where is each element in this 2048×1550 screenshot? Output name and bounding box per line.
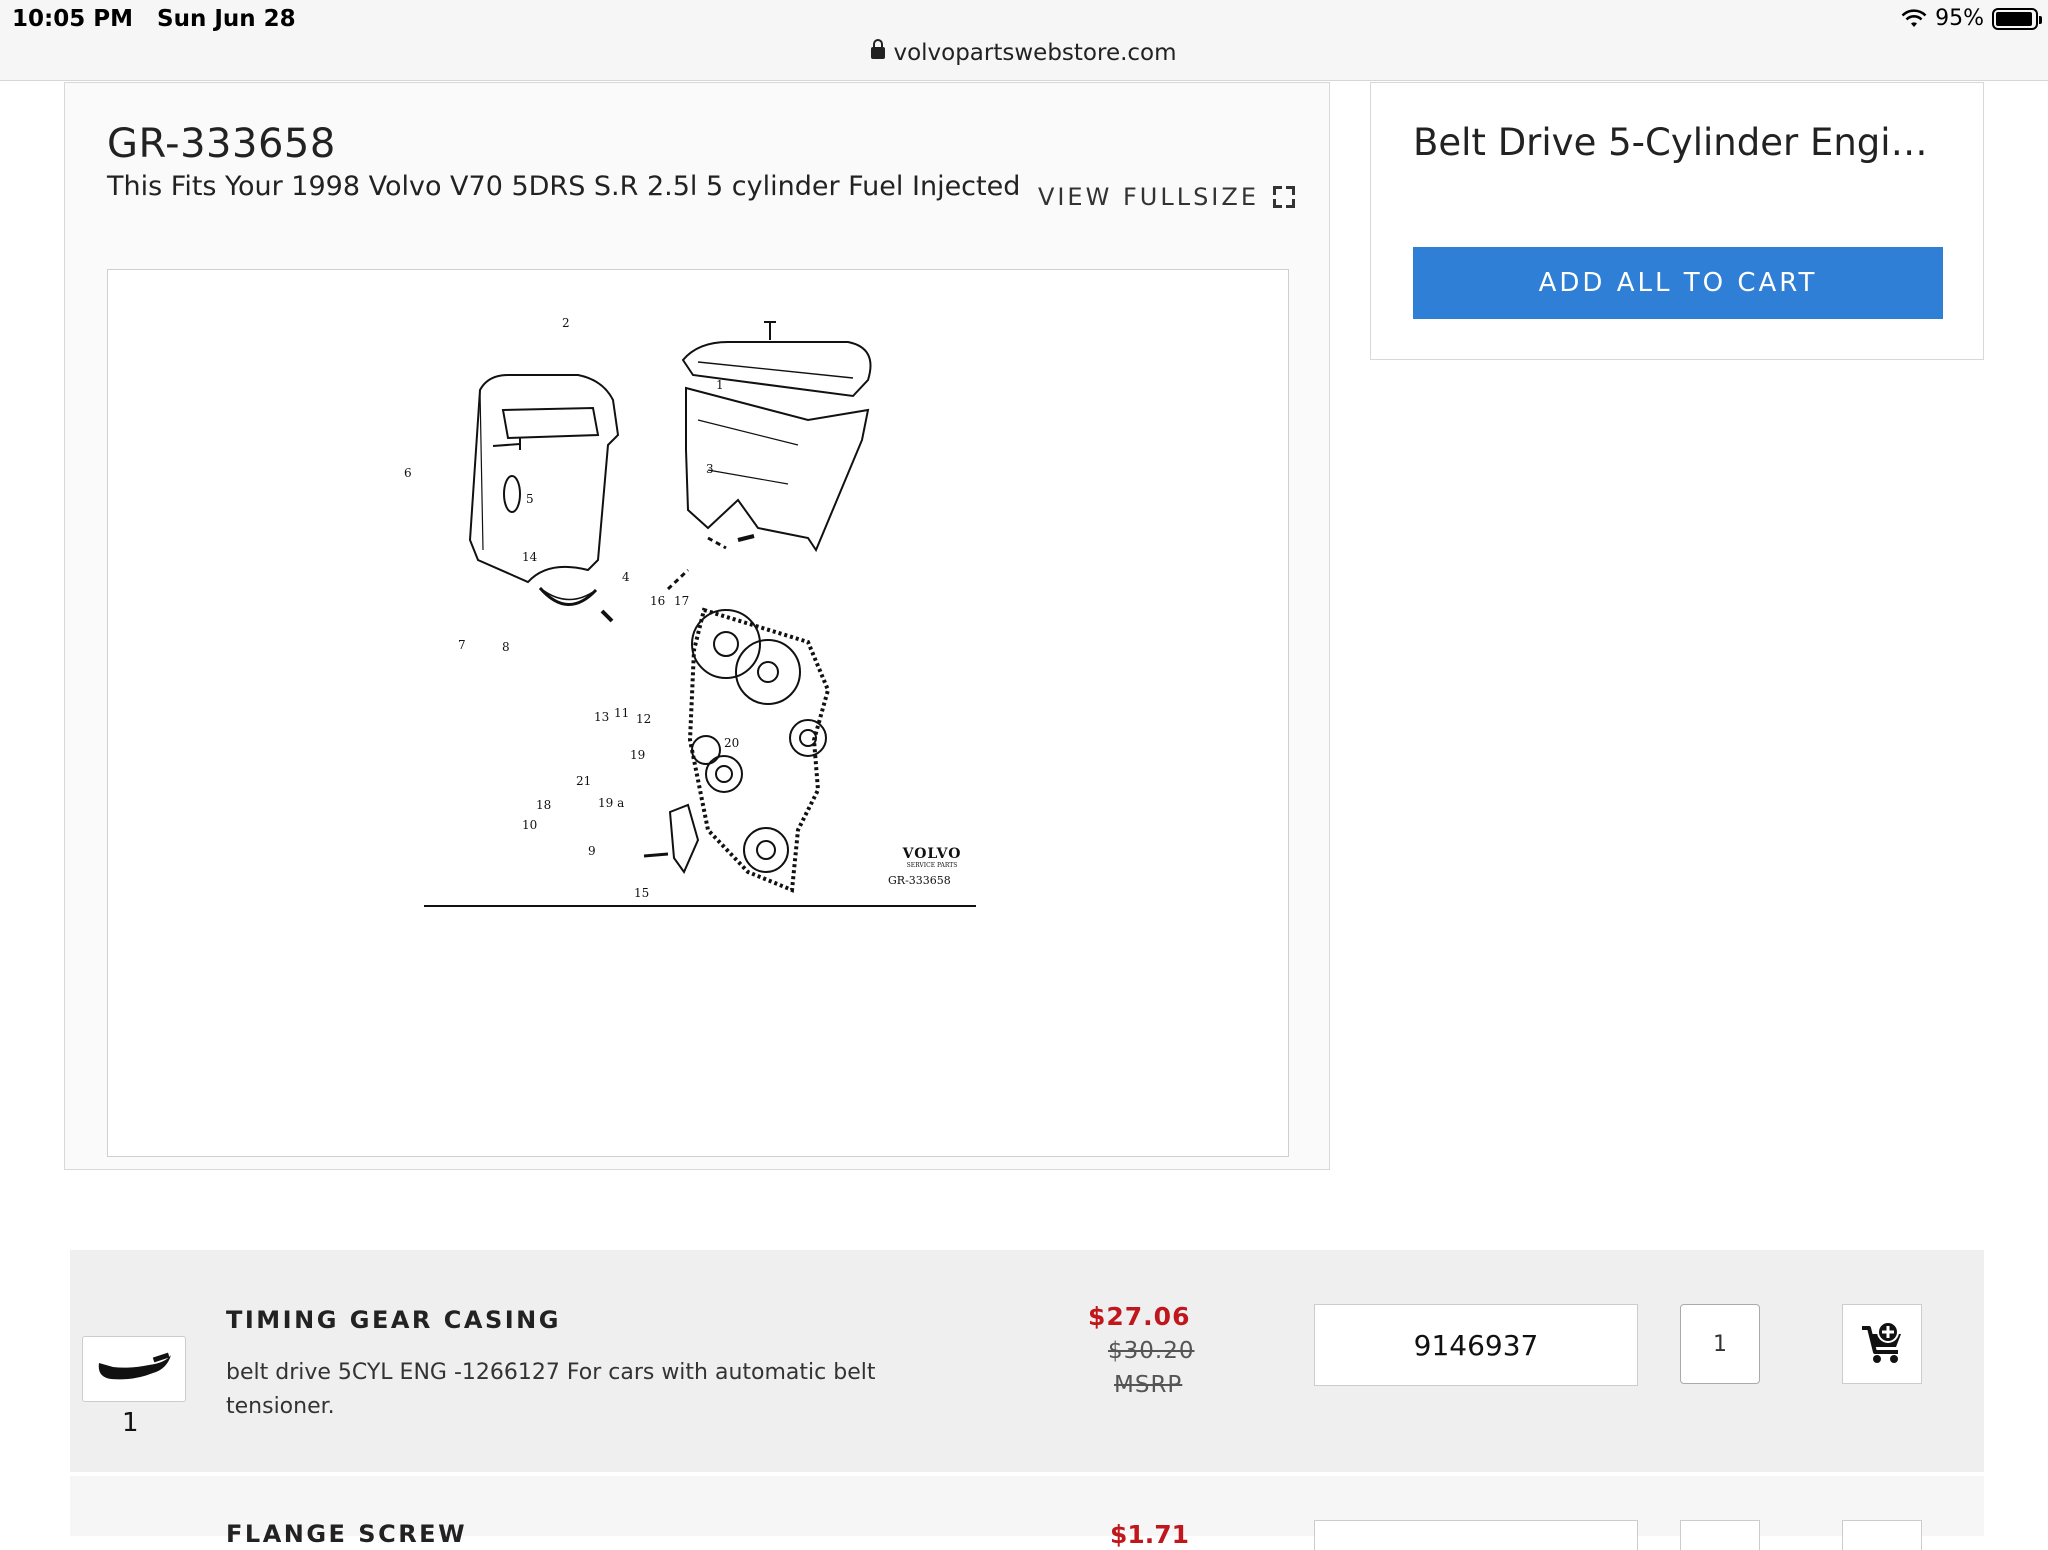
quantity-input[interactable] (1680, 1304, 1760, 1384)
cart-plus-icon (1862, 1321, 1901, 1363)
callout-label[interactable]: 12 (636, 712, 651, 726)
callout-label[interactable]: 19 (630, 748, 645, 762)
callout-label[interactable]: 4 (622, 570, 630, 584)
callout-label[interactable]: 14 (522, 550, 537, 564)
wifi-icon (1901, 8, 1927, 27)
part-row: 1 TIMING GEAR CASING belt drive 5CYL ENG… (70, 1250, 1984, 1472)
sale-price: $27.06 (1088, 1302, 1191, 1331)
callout-label[interactable]: 2 (562, 316, 570, 330)
callout-label[interactable]: 19 a (598, 796, 624, 810)
callout-label[interactable]: 5 (526, 492, 534, 506)
battery-percent: 95% (1935, 6, 1984, 31)
diagram-card: GR-333658 This Fits Your 1998 Volvo V70 … (64, 82, 1330, 1170)
view-fullsize-link[interactable]: VIEW FULLSIZE (1038, 183, 1295, 211)
part-row: FLANGE SCREW $1.71 (70, 1476, 1984, 1550)
callout-label[interactable]: 20 (724, 736, 739, 750)
part-number-box[interactable] (1314, 1520, 1638, 1550)
expand-icon (1273, 186, 1295, 208)
callout-label[interactable]: 18 (536, 798, 551, 812)
diagram-ref: GR-333658 (888, 874, 951, 887)
callout-label[interactable]: 7 (458, 638, 466, 652)
quantity-input[interactable] (1680, 1520, 1760, 1550)
parts-diagram-drawing (424, 321, 976, 907)
timing-casing-thumbnail (98, 1352, 171, 1380)
url-text: volvopartswebstore.com (893, 40, 1177, 66)
part-name[interactable]: TIMING GEAR CASING (226, 1306, 561, 1334)
status-date: Sun Jun 28 (157, 6, 296, 32)
group-summary-card: Belt Drive 5-Cylinder Engin... ADD ALL T… (1370, 82, 1984, 360)
callout-label[interactable]: 3 (706, 462, 714, 476)
callout-label[interactable]: 10 (522, 818, 537, 832)
parts-diagram[interactable]: 1 2 3 4 5 6 7 8 9 10 11 12 13 14 15 16 17 18 19 19 a 20 21 VO… (107, 269, 1289, 1157)
status-time: 10:05 PM Sun Jun 28 (12, 6, 296, 32)
url-bar[interactable]: volvopartswebstore.com (0, 39, 2048, 66)
part-callout-number: 1 (122, 1408, 139, 1438)
part-number-box[interactable]: 9146937 (1314, 1304, 1638, 1386)
lock-icon (871, 39, 886, 59)
battery-icon (1992, 7, 2042, 30)
sale-price: $1.71 (1110, 1520, 1190, 1549)
add-to-cart-button[interactable] (1842, 1304, 1922, 1384)
volvo-logo-sub: SERVICE PARTS (906, 862, 958, 869)
msrp-price: $30.20 (1108, 1338, 1195, 1364)
status-indicators: 95% (1901, 6, 2042, 31)
group-title: Belt Drive 5-Cylinder Engin... (1413, 121, 1943, 164)
callout-label[interactable]: 16 (650, 594, 665, 608)
part-thumbnail[interactable] (82, 1336, 186, 1402)
diagram-part-id: GR-333658 (107, 121, 336, 167)
callout-label[interactable]: 8 (502, 640, 510, 654)
add-all-to-cart-button[interactable]: ADD ALL TO CART (1413, 247, 1943, 319)
callout-label[interactable]: 13 (594, 710, 609, 724)
fitment-text: This Fits Your 1998 Volvo V70 5DRS S.R 2… (107, 171, 1021, 202)
callout-label[interactable]: 15 (634, 886, 649, 900)
msrp-label: MSRP (1114, 1372, 1183, 1398)
status-bar: 10:05 PM Sun Jun 28 95% volvopartswebsto… (0, 0, 2048, 81)
view-fullsize-label: VIEW FULLSIZE (1037, 183, 1259, 211)
part-name[interactable]: FLANGE SCREW (226, 1520, 467, 1548)
add-to-cart-button[interactable] (1842, 1520, 1922, 1550)
callout-label[interactable]: 11 (614, 706, 629, 720)
part-description: belt drive 5CYL ENG -1266127 For cars wi… (226, 1360, 876, 1419)
callout-label[interactable]: 1 (716, 378, 724, 392)
callout-label[interactable]: 9 (588, 844, 596, 858)
callout-label[interactable]: 6 (404, 466, 412, 480)
callout-label[interactable]: 21 (576, 774, 591, 788)
callout-label[interactable]: 17 (674, 594, 689, 608)
volvo-logo: VOLVO SERVICE PARTS (892, 846, 972, 869)
